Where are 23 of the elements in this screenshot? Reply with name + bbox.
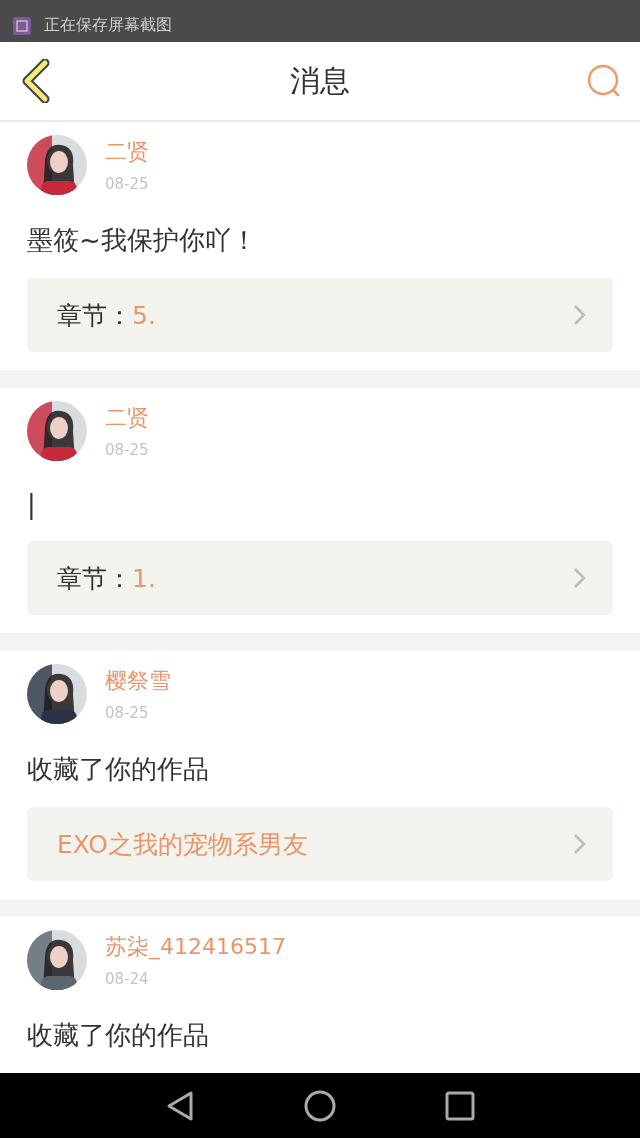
user-name[interactable]: 苏柒_412416517 [105,932,286,962]
chevron-right-icon [573,304,587,326]
page-title: 消息 [290,61,350,100]
message-text: | [27,489,36,519]
user-name[interactable]: 二贤 [105,137,149,167]
message-date: 08-25 [105,441,149,459]
chevron-right-icon [573,567,587,589]
user-name[interactable]: 二贤 [105,403,149,433]
notification-text: 正在保存屏幕截图 [44,15,172,36]
chapter-link[interactable]: 章节：5. [27,278,613,352]
message-text: 墨筱~我保护你吖！ [27,225,257,255]
chapter-link[interactable]: 章节：1. [27,541,613,615]
message-text: 收藏了你的作品 [27,754,209,784]
image-icon [12,16,32,36]
user-name[interactable]: 樱祭雪 [105,666,171,696]
message-date: 08-25 [105,704,150,722]
recents-nav-button[interactable] [445,1090,476,1121]
message-date: 08-25 [105,175,149,193]
chevron-right-icon [573,833,587,855]
message-date: 08-24 [105,970,150,988]
message-text: 收藏了你的作品 [27,1020,209,1050]
work-link[interactable]: EXO之我的宠物系男友 [27,807,613,881]
home-nav-button[interactable] [304,1089,336,1122]
